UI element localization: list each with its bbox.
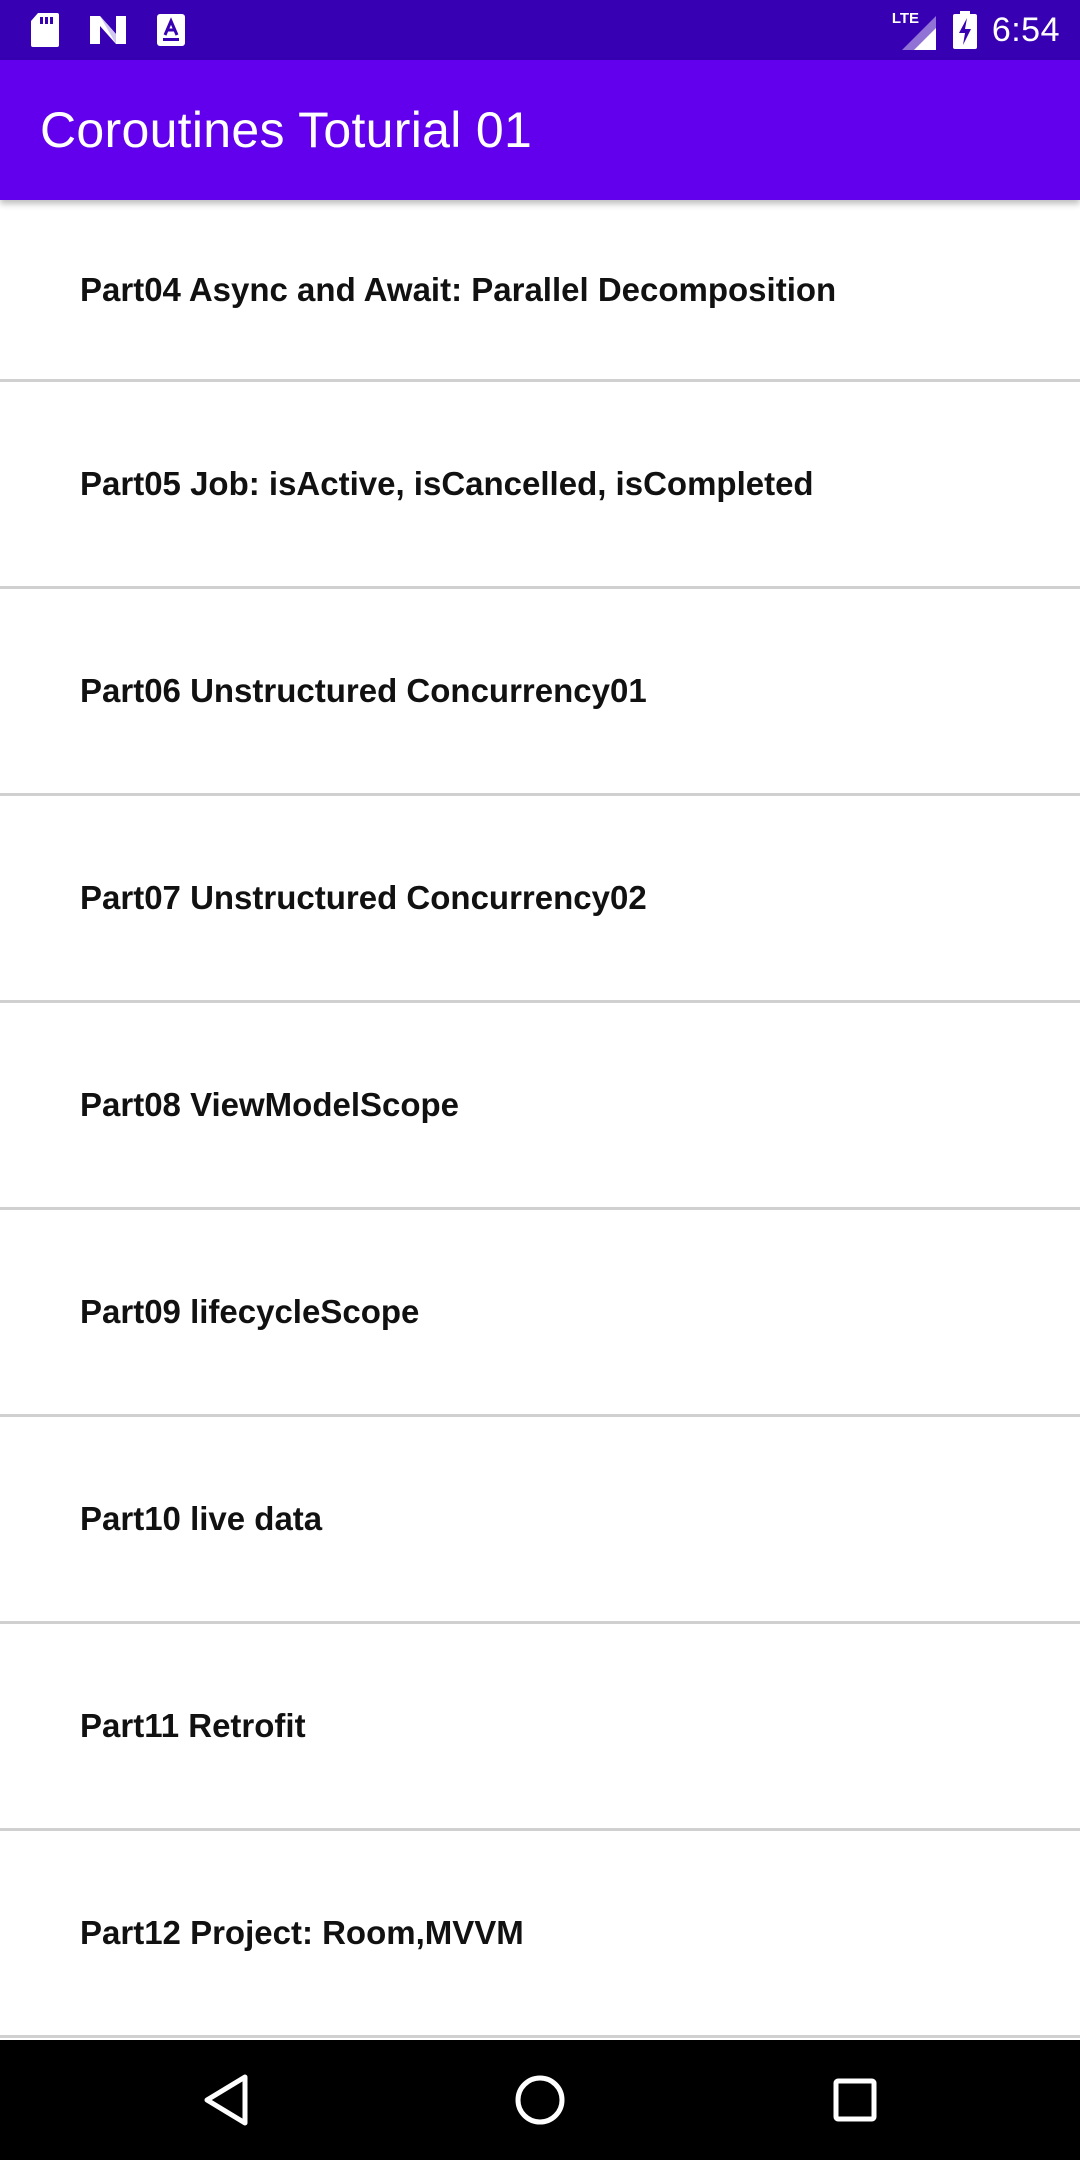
battery-charging-icon [952, 10, 978, 50]
list-item[interactable]: Part08 ViewModelScope [0, 1003, 1080, 1210]
list-item[interactable]: Part11 Retrofit [0, 1624, 1080, 1831]
app-title: Coroutines Toturial 01 [40, 102, 533, 158]
system-icons: LTE 6:54 [892, 8, 1060, 52]
list-item-label: Part04 Async and Await: Parallel Decompo… [80, 270, 837, 308]
status-bar: LTE 6:54 [0, 0, 1080, 60]
n-logo-icon [88, 14, 128, 46]
list-item-label: Part12 Project: Room,MVVM [80, 1914, 524, 1951]
list-item[interactable]: Part12 Project: Room,MVVM [0, 1831, 1080, 2038]
sd-card-icon [30, 12, 60, 48]
a-notification-icon [156, 13, 186, 47]
list-item[interactable]: Part07 Unstructured Concurrency02 [0, 796, 1080, 1003]
list-item[interactable]: Part04 Async and Await: Parallel Decompo… [0, 200, 1080, 382]
recents-button[interactable] [795, 2040, 915, 2160]
list-item-label: Part09 lifecycleScope [80, 1293, 420, 1330]
recents-icon [832, 2077, 878, 2123]
clock: 6:54 [991, 10, 1060, 49]
navigation-bar [0, 2040, 1080, 2160]
back-button[interactable] [166, 2040, 286, 2160]
list-item[interactable]: Part05 Job: isActive, isCancelled, isCom… [0, 382, 1080, 589]
list-item[interactable]: Part09 lifecycleScope [0, 1210, 1080, 1417]
notification-icons [30, 10, 186, 50]
list-item[interactable]: Part10 live data [0, 1417, 1080, 1624]
list-item-label: Part11 Retrofit [80, 1707, 306, 1744]
list-item-label: Part07 Unstructured Concurrency02 [80, 879, 647, 916]
list-item-label: Part05 Job: isActive, isCancelled, isCom… [80, 465, 814, 502]
back-icon [201, 2073, 251, 2127]
app-bar: Coroutines Toturial 01 [0, 60, 1080, 200]
home-button[interactable] [480, 2040, 600, 2160]
list-item-label: Part06 Unstructured Concurrency01 [80, 672, 647, 709]
list-item-label: Part10 live data [80, 1500, 323, 1537]
screen: LTE 6:54 Coroutines Toturial 01 Part04 A… [0, 0, 1080, 2160]
signal-icon: LTE [892, 8, 938, 52]
home-icon [513, 2073, 567, 2127]
list-item[interactable]: Part06 Unstructured Concurrency01 [0, 589, 1080, 796]
list-item-label: Part08 ViewModelScope [80, 1086, 460, 1123]
tutorial-list[interactable]: Part04 Async and Await: Parallel Decompo… [0, 200, 1080, 2040]
